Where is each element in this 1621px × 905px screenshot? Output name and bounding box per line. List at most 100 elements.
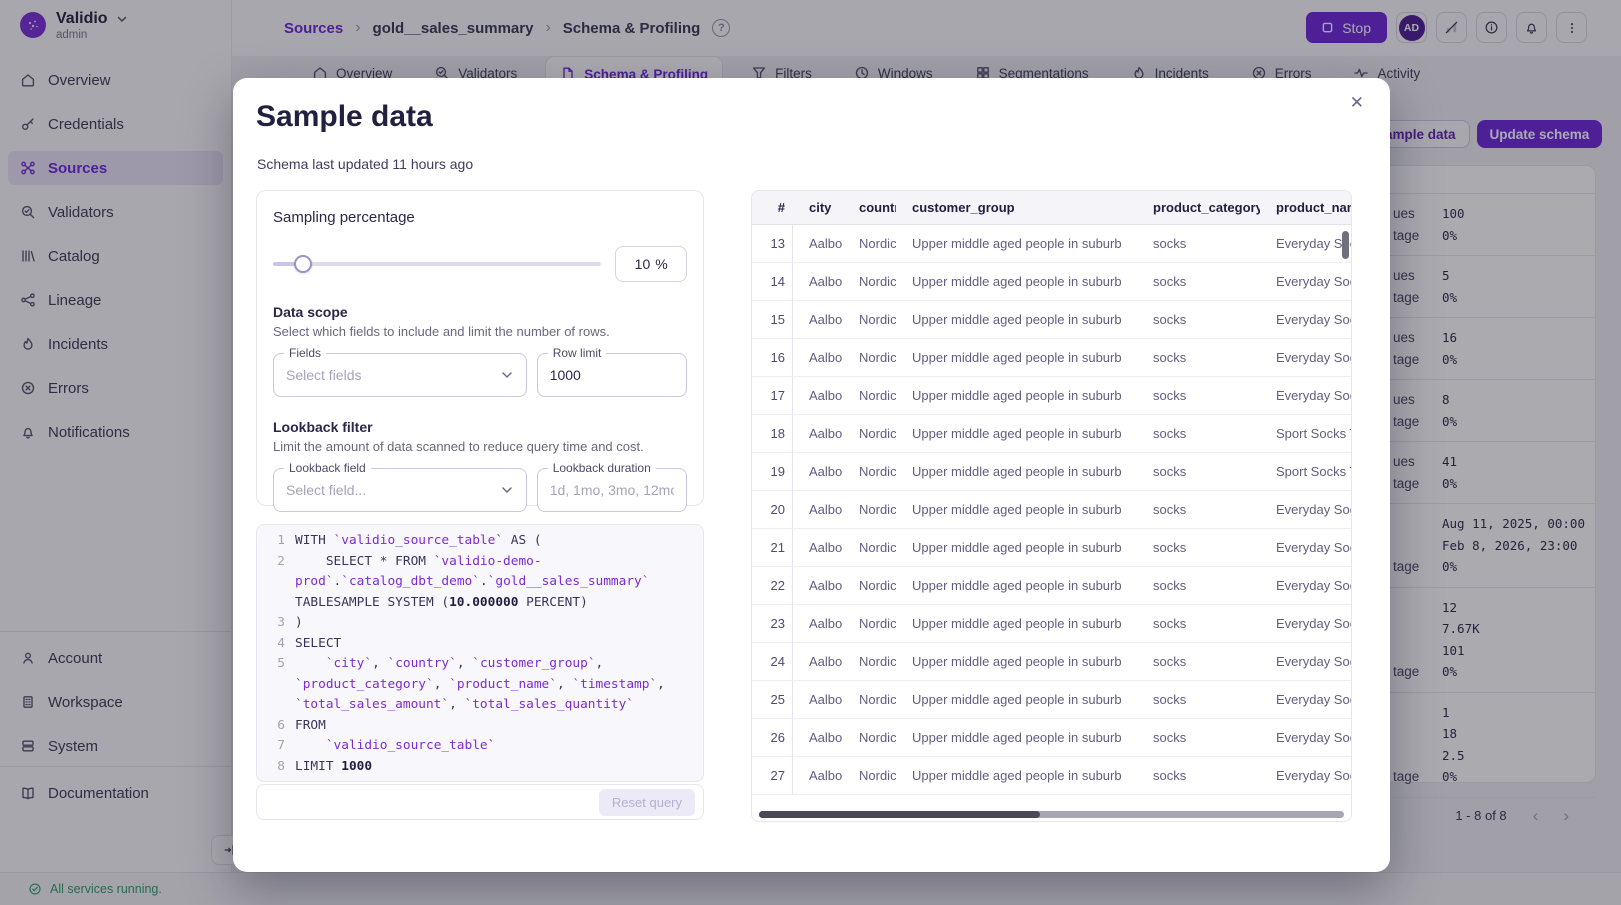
table-cell: Nordics xyxy=(859,350,896,365)
vertical-scrollbar-thumb[interactable] xyxy=(1342,231,1349,259)
table-cell: Aalborg xyxy=(809,654,843,669)
line-number: 3 xyxy=(277,615,285,630)
table-cell: socks xyxy=(1153,312,1187,327)
data-scope-title: Data scope xyxy=(273,304,348,320)
table-row: 25 Aalborg Nordics Upper middle aged people… xyxy=(752,681,1351,719)
lookback-filter-title: Lookback filter xyxy=(273,419,373,435)
lookback-field-select[interactable]: Lookback field Select field... xyxy=(273,461,527,512)
sql-text: `city`, `country`, `customer_group`, `pr… xyxy=(295,656,673,712)
line-number: 4 xyxy=(277,635,285,651)
slider-track[interactable] xyxy=(273,262,602,266)
table-header-row: # city country customer_group product_catego… xyxy=(752,191,1351,225)
line-number: 7 xyxy=(277,738,285,753)
table-cell: Nordics xyxy=(859,654,896,669)
row-number-cell: 17 xyxy=(752,377,793,414)
lookback-field-label: Lookback field xyxy=(284,461,371,475)
table-cell: Nordics xyxy=(859,388,896,403)
line-number: 8 xyxy=(277,758,285,774)
sql-line: 1 WITH `validio_source_table` AS ( xyxy=(269,531,691,552)
row-number-cell: 21 xyxy=(752,529,793,566)
table-cell: Upper middle aged people in suburb xyxy=(912,502,1122,517)
lookback-duration-field[interactable]: Lookback duration xyxy=(536,461,687,512)
lookback-duration-label: Lookback duration xyxy=(547,461,656,475)
sql-line: 7 `validio_source_table` xyxy=(269,736,691,757)
data-scope-description: Select which fields to include and limit… xyxy=(273,324,610,339)
column-header-product_name: product_name xyxy=(1276,200,1351,215)
sampling-slider[interactable] xyxy=(273,255,602,273)
table-cell: Aalborg xyxy=(809,426,843,441)
table-cell: Everyday Soc xyxy=(1276,274,1351,289)
reset-query-button[interactable]: Reset query xyxy=(598,788,695,816)
sampling-controls-panel: Sampling percentage 10 % Data scope Sele… xyxy=(256,190,704,512)
table-cell: Everyday Soc xyxy=(1276,236,1351,251)
row-number-cell: 16 xyxy=(752,339,793,376)
column-header-customer_group: customer_group xyxy=(912,200,1015,215)
table-cell: Aalborg xyxy=(809,464,843,479)
table-cell: socks xyxy=(1153,426,1187,441)
sampling-percentage-label: Sampling percentage xyxy=(273,209,415,226)
table-row: 26 Aalborg Nordics Upper middle aged people… xyxy=(752,719,1351,757)
table-row: 18 Aalborg Nordics Upper middle aged people… xyxy=(752,415,1351,453)
table-row: 23 Aalborg Nordics Upper middle aged people… xyxy=(752,605,1351,643)
table-cell: socks xyxy=(1153,730,1187,745)
row-limit-field[interactable]: Row limit xyxy=(536,346,687,397)
table-cell: Aalborg xyxy=(809,274,843,289)
slider-handle[interactable] xyxy=(293,255,312,273)
table-cell: socks xyxy=(1153,578,1187,593)
table-row: 22 Aalborg Nordics Upper middle aged people… xyxy=(752,567,1351,605)
table-cell: socks xyxy=(1153,502,1187,517)
table-cell: Nordics xyxy=(859,616,896,631)
column-header-city: city xyxy=(809,200,832,215)
table-cell: Nordics xyxy=(859,502,896,517)
row-number-cell: 23 xyxy=(752,605,793,642)
table-cell: Sport Socks T xyxy=(1276,426,1351,441)
table-cell: Everyday Soc xyxy=(1276,312,1351,327)
table-cell: Upper middle aged people in suburb xyxy=(912,654,1122,669)
sql-query-preview: 1 WITH `validio_source_table` AS ( 2 SELEC… xyxy=(256,524,704,782)
table-cell: Aalborg xyxy=(809,502,843,517)
table-cell: Upper middle aged people in suburb xyxy=(912,692,1122,707)
table-cell: Upper middle aged people in suburb xyxy=(912,540,1122,555)
table-cell: Everyday Soc xyxy=(1276,540,1351,555)
table-cell: Everyday Soc xyxy=(1276,654,1351,669)
sql-line: 8 LIMIT 1000 xyxy=(269,757,691,778)
table-cell: Upper middle aged people in suburb xyxy=(912,236,1122,251)
table-cell: socks xyxy=(1153,768,1187,783)
table-cell: Everyday Soc xyxy=(1276,578,1351,593)
sql-text: `validio_source_table` xyxy=(325,738,496,753)
query-footer: Reset query xyxy=(256,784,704,820)
fields-select[interactable]: Fields Select fields xyxy=(273,346,527,397)
line-number: 1 xyxy=(277,533,285,548)
sql-line: 5 `city`, `country`, `customer_group`, `… xyxy=(269,654,691,716)
table-cell: Upper middle aged people in suburb xyxy=(912,426,1122,441)
table-body: 13 Aalborg Nordics Upper middle aged people… xyxy=(752,225,1351,795)
table-cell: socks xyxy=(1153,236,1187,251)
chevron-down-icon xyxy=(500,368,514,382)
sql-text: WITH `validio_source_table` AS ( xyxy=(295,533,542,548)
horizontal-scrollbar-thumb[interactable] xyxy=(759,811,1040,818)
modal-title: Sample data xyxy=(256,100,433,133)
table-cell: Everyday Soc xyxy=(1276,616,1351,631)
table-cell: Aalborg xyxy=(809,578,843,593)
sampling-value-box[interactable]: 10 % xyxy=(615,246,687,282)
table-cell: Nordics xyxy=(859,274,896,289)
row-limit-input[interactable] xyxy=(549,367,674,383)
row-number-cell: 20 xyxy=(752,491,793,528)
sql-text: FROM xyxy=(295,717,326,733)
line-number: 2 xyxy=(277,553,285,569)
sql-line: 2 SELECT * FROM `validio-demo-prod`.`cat… xyxy=(269,552,691,614)
lookback-duration-input[interactable] xyxy=(549,482,674,498)
sampling-value: 10 xyxy=(634,256,651,272)
line-number: 5 xyxy=(277,656,285,671)
table-cell: Aalborg xyxy=(809,768,843,783)
row-number-cell: 18 xyxy=(752,415,793,452)
table-cell: socks xyxy=(1153,350,1187,365)
horizontal-scrollbar[interactable] xyxy=(759,811,1344,818)
column-header-product_category: product_category xyxy=(1153,200,1260,215)
column-header-country: country xyxy=(859,200,896,215)
table-row: 17 Aalborg Nordics Upper middle aged people… xyxy=(752,377,1351,415)
fields-placeholder: Select fields xyxy=(286,367,362,383)
table-cell: Nordics xyxy=(859,730,896,745)
close-icon[interactable]: ✕ xyxy=(1350,94,1364,111)
table-cell: Everyday Soc xyxy=(1276,692,1351,707)
